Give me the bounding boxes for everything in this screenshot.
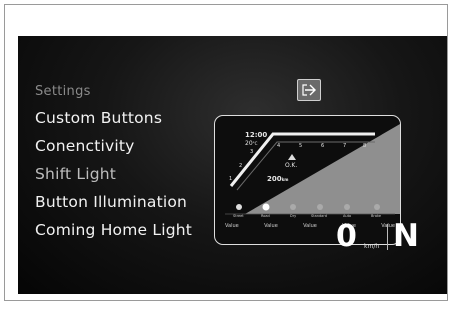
preview-values-row: Value Value Value Value Value (225, 223, 395, 229)
settings-menu: Settings Custom Buttons Conenctivity Shi… (35, 84, 192, 239)
menu-title: Settings (35, 84, 91, 99)
mode-label-brake: Brake (371, 214, 382, 218)
speed-gear-divider (387, 224, 388, 250)
rpm-tick-8: 8 (363, 143, 367, 149)
preview-temp-value: 20 (245, 140, 253, 147)
mode-icon-road (262, 203, 270, 211)
mode-label-standard: Standard (311, 214, 327, 218)
mode-label-auto: Auto (343, 214, 352, 218)
value-slot-3: Value (303, 223, 317, 229)
speed-readout: 0 (336, 219, 357, 254)
rpm-tick-1: 1 (229, 176, 233, 182)
rpm-tick-6: 6 (321, 143, 325, 149)
rpm-tick-3: 3 (250, 149, 254, 155)
menu-item-custom-buttons[interactable]: Custom Buttons (35, 109, 192, 127)
menu-item-connectivity[interactable]: Conenctivity (35, 137, 192, 155)
mode-label-dry: Dry (290, 214, 297, 218)
rpm-tick-2: 2 (239, 163, 243, 169)
preview-time: 12:00 (245, 131, 268, 139)
mode-label-road: Road (261, 214, 270, 218)
preview-range-value: 200 (267, 175, 282, 183)
warning-icon (288, 154, 296, 160)
dashboard-preview: 12:00 20°C 1 2 3 4 5 6 7 8 O.K. 200km St… (214, 115, 401, 245)
menu-item-shift-light[interactable]: Shift Light (35, 165, 192, 183)
rpm-tick-7: 7 (343, 143, 347, 149)
mode-label-street: Street (233, 214, 244, 218)
preview-temp: 20°C (245, 140, 257, 147)
rpm-tick-5: 5 (299, 143, 303, 149)
preview-temp-unit: °C (252, 141, 258, 146)
preview-range: 200km (267, 175, 288, 183)
rpm-tick-4: 4 (277, 143, 281, 149)
value-slot-2: Value (264, 223, 278, 229)
menu-item-button-illumination[interactable]: Button Illumination (35, 193, 192, 211)
exit-button[interactable] (297, 79, 321, 101)
preview-status: O.K. (285, 162, 298, 169)
value-slot-1: Value (225, 223, 239, 229)
exit-arrow-icon (302, 84, 316, 96)
preview-range-unit: km (281, 177, 289, 182)
mode-icon-auto (344, 204, 350, 210)
mode-icon-dry (290, 204, 296, 210)
speed-unit: km/h (364, 243, 380, 250)
mode-icon-standard (317, 204, 323, 210)
mode-icon-street (236, 204, 242, 210)
mode-icon-brake (374, 204, 380, 210)
menu-item-coming-home-light[interactable]: Coming Home Light (35, 221, 192, 239)
gear-indicator: N (393, 218, 419, 254)
